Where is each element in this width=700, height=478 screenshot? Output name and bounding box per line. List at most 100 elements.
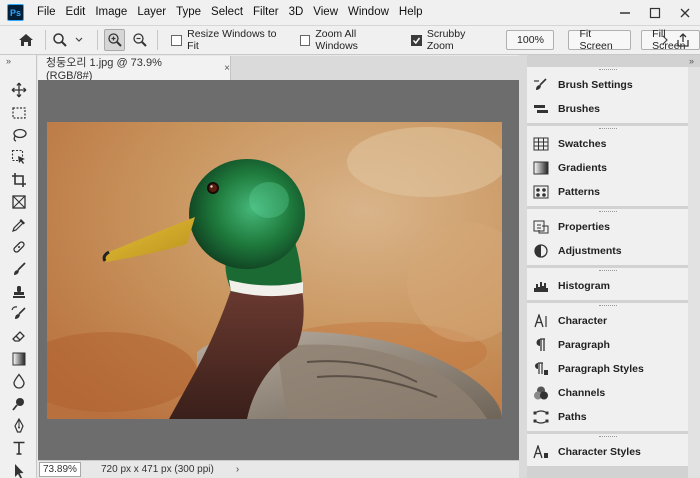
histogram-icon	[533, 279, 549, 293]
move-icon	[11, 82, 26, 98]
gradients-icon	[533, 161, 549, 175]
panel-character[interactable]: Character	[527, 309, 688, 333]
panel-scrollbar[interactable]	[688, 67, 700, 478]
menu-type[interactable]: Type	[171, 0, 206, 25]
clone-stamp-tool[interactable]	[0, 281, 37, 303]
panel-group-character: Character Paragraph Paragraph Styles Cha…	[527, 303, 688, 431]
panel-properties[interactable]: Properties	[527, 215, 688, 239]
checkbox-box[interactable]	[171, 34, 183, 46]
zoom-in-button[interactable]	[103, 29, 126, 51]
character-styles-icon	[533, 445, 549, 459]
zoom-all-windows-checkbox[interactable]: Zoom All Windows	[299, 28, 399, 52]
home-icon	[18, 34, 33, 46]
marquee-tool[interactable]	[0, 101, 37, 123]
brush-icon	[13, 262, 26, 276]
restore-button[interactable]	[640, 0, 670, 25]
panel-histogram[interactable]: Histogram	[527, 274, 688, 298]
object-selection-tool[interactable]	[0, 146, 37, 168]
type-tool[interactable]	[0, 437, 37, 459]
zoom-in-icon	[107, 33, 122, 47]
gradient-tool[interactable]	[0, 348, 37, 370]
panel-gradients[interactable]: Gradients	[527, 156, 688, 180]
zoom-all-windows-label: Zoom All Windows	[315, 28, 358, 52]
eyedropper-tool[interactable]	[0, 213, 37, 235]
zoom-tool-preset-picker[interactable]	[52, 32, 91, 48]
brush-tool[interactable]	[0, 258, 37, 280]
panel-channels[interactable]: Channels	[527, 381, 688, 405]
status-menu-arrow[interactable]: ›	[236, 464, 239, 475]
panel-patterns[interactable]: Patterns	[527, 180, 688, 204]
gradient-icon	[12, 352, 25, 366]
home-button[interactable]	[12, 28, 39, 52]
dodge-tool[interactable]	[0, 392, 37, 414]
zoom-level-field[interactable]: 73.89%	[39, 462, 81, 477]
panel-brushes[interactable]: Brushes	[527, 97, 688, 121]
menu-image[interactable]: Image	[90, 0, 132, 25]
panel-paths[interactable]: Paths	[527, 405, 688, 429]
properties-icon	[533, 220, 549, 234]
lasso-tool[interactable]	[0, 124, 37, 146]
paths-icon	[533, 410, 549, 424]
panel-group-brushes: Brush Settings Brushes	[527, 67, 688, 123]
fit-screen-button[interactable]: Fit Screen	[568, 28, 632, 52]
menu-edit[interactable]: Edit	[61, 0, 91, 25]
panel-swatches[interactable]: Swatches	[527, 132, 688, 156]
pen-tool[interactable]	[0, 415, 37, 437]
status-bar: 73.89% 720 px x 471 px (300 ppi) ›	[38, 460, 519, 478]
path-selection-tool[interactable]	[0, 460, 37, 478]
pen-icon	[13, 418, 24, 433]
document-title: 청둥오리 1.jpg @ 73.9% (RGB/8#)	[46, 57, 162, 82]
history-brush-tool[interactable]	[0, 303, 37, 325]
share-button[interactable]	[672, 29, 694, 51]
menu-3d[interactable]: 3D	[284, 0, 309, 25]
options-bar: Resize Windows to Fit Zoom All Windows S…	[0, 25, 700, 55]
close-tab-icon[interactable]: ×	[224, 63, 230, 74]
scrubby-zoom-checkbox[interactable]: Scrubby Zoom	[410, 28, 493, 52]
checkbox-box-checked[interactable]	[410, 34, 422, 46]
blur-tool[interactable]	[0, 370, 37, 392]
menu-filter[interactable]: Filter	[248, 0, 284, 25]
panel-paragraph[interactable]: Paragraph	[527, 333, 688, 357]
tools-collapse-button[interactable]: »	[0, 55, 36, 67]
move-tool[interactable]	[0, 79, 37, 101]
rectangular-marquee-icon	[11, 106, 26, 119]
restore-icon	[646, 5, 664, 21]
chevron-right-icon[interactable]	[660, 29, 670, 51]
menu-window[interactable]: Window	[343, 0, 394, 25]
close-window-button[interactable]	[670, 0, 700, 25]
resize-windows-checkbox[interactable]: Resize Windows to Fit	[171, 28, 287, 52]
menu-view[interactable]: View	[308, 0, 343, 25]
window-controls	[610, 0, 700, 25]
panel-label: Paragraph Styles	[558, 363, 644, 375]
zoom-100-button[interactable]: 100%	[506, 30, 555, 50]
frame-icon	[11, 195, 26, 209]
panel-brush-settings[interactable]: Brush Settings	[527, 73, 688, 97]
panel-label: Character	[558, 315, 608, 327]
crop-tool[interactable]	[0, 169, 37, 191]
object-selection-icon	[11, 150, 25, 165]
zoom-out-button[interactable]	[129, 29, 150, 51]
document-info: 720 px x 471 px (300 ppi)	[101, 464, 214, 475]
panel-label: Channels	[558, 387, 606, 399]
menu-help[interactable]: Help	[394, 0, 428, 25]
frame-tool[interactable]	[0, 191, 37, 213]
document-tab[interactable]: 청둥오리 1.jpg @ 73.9% (RGB/8#) ×	[38, 56, 231, 82]
menu-layer[interactable]: Layer	[132, 0, 171, 25]
history-brush-icon	[10, 306, 26, 320]
checkbox-box[interactable]	[299, 34, 311, 46]
panels-collapse-button[interactable]: »	[527, 55, 697, 67]
menu-select[interactable]: Select	[206, 0, 248, 25]
type-icon	[13, 442, 24, 456]
drop-icon	[12, 373, 25, 389]
document-image[interactable]	[47, 122, 502, 419]
photoshop-logo[interactable]: Ps	[7, 4, 24, 21]
minimize-button[interactable]	[610, 0, 640, 25]
panel-character-styles[interactable]: Character Styles	[527, 440, 688, 464]
healing-brush-tool[interactable]	[0, 236, 37, 258]
eraser-tool[interactable]	[0, 325, 37, 347]
panel-adjustments[interactable]: Adjustments	[527, 239, 688, 263]
menu-file[interactable]: File	[32, 0, 61, 25]
panel-group-swatches: Swatches Gradients Patterns	[527, 126, 688, 206]
panel-paragraph-styles[interactable]: Paragraph Styles	[527, 357, 688, 381]
brush-settings-icon	[533, 78, 549, 92]
